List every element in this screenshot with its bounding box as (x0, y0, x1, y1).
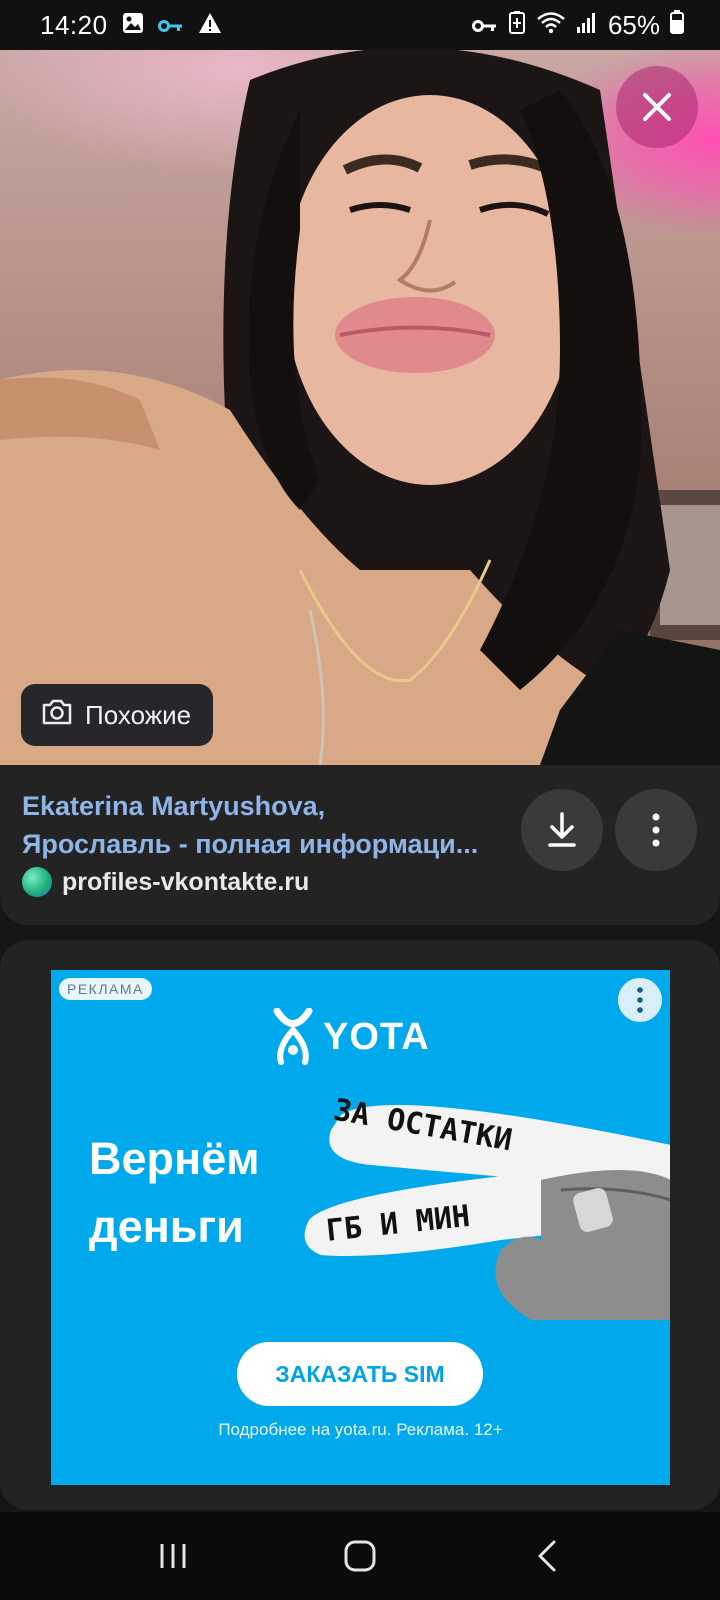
ad-headline-line2: деньги (89, 1201, 244, 1252)
site-favicon-icon (22, 867, 52, 897)
gallery-icon (122, 10, 144, 41)
battery-percent: 65% (607, 9, 660, 40)
back-icon (538, 1540, 556, 1572)
order-sim-button[interactable]: ЗАКАЗАТЬ SIM (237, 1342, 483, 1406)
result-title-line2: Ярославль - полная информаци... (22, 829, 479, 859)
signal-icon (576, 10, 598, 41)
close-icon (643, 93, 671, 121)
ad-headline-line1: Вернём (89, 1133, 260, 1184)
recent-apps-icon (160, 1544, 186, 1568)
result-title-line1: Ekaterina Martyushova, (22, 791, 326, 821)
hand-illustration: ЗА ОСТАТКИ ГБ И МИН (304, 1093, 670, 1320)
battery-saver-icon (508, 10, 526, 41)
yota-logo-icon (273, 1008, 313, 1065)
result-source[interactable]: profiles-vkontakte.ru (22, 867, 309, 897)
ad-banner[interactable]: РЕКЛАМА YOTA Вернём деньги ЗА ОСТАТКИ ГБ… (51, 970, 670, 1485)
more-vertical-icon (652, 813, 660, 847)
key-icon (157, 10, 184, 41)
close-button[interactable] (616, 66, 698, 148)
more-options-button[interactable] (615, 789, 697, 871)
result-card: Ekaterina Martyushova, Ярославль - полна… (0, 765, 720, 925)
status-bar: 14:20 65% (0, 0, 720, 50)
download-icon (548, 812, 576, 847)
ad-headline: Вернём деньги (89, 1125, 260, 1261)
battery-icon (670, 9, 684, 41)
home-icon (344, 1540, 376, 1572)
ad-brand-name: YOTA (323, 1015, 430, 1058)
similar-button-label: Похожие (85, 699, 192, 730)
warning-icon (198, 10, 222, 41)
home-button[interactable] (320, 1526, 400, 1586)
back-button[interactable] (507, 1526, 587, 1586)
result-title-link[interactable]: Ekaterina Martyushova, Ярославль - полна… (22, 787, 512, 863)
screen: 14:20 65% Похожие Ekaterina Martyushova,… (0, 0, 720, 1600)
recent-apps-button[interactable] (133, 1526, 213, 1586)
ad-footer-text: Подробнее на yota.ru. Реклама. 12+ (218, 1420, 503, 1439)
ad-menu-button[interactable] (618, 978, 662, 1022)
camera-icon (41, 698, 73, 733)
ad-card: РЕКЛАМА YOTA Вернём деньги ЗА ОСТАТКИ ГБ… (0, 940, 720, 1510)
wifi-icon (536, 10, 566, 41)
status-time: 14:20 (40, 9, 108, 40)
result-source-domain: profiles-vkontakte.ru (62, 867, 310, 896)
ad-label: РЕКЛАМА (59, 978, 152, 1000)
navigation-bar (0, 1512, 720, 1600)
similar-button[interactable]: Похожие (21, 684, 214, 746)
more-vertical-icon (637, 987, 643, 1013)
vpn-key-icon (471, 10, 498, 41)
ad-brand: YOTA (273, 1008, 430, 1066)
download-button[interactable] (521, 789, 603, 871)
search-result-image[interactable]: Похожие (0, 50, 720, 765)
